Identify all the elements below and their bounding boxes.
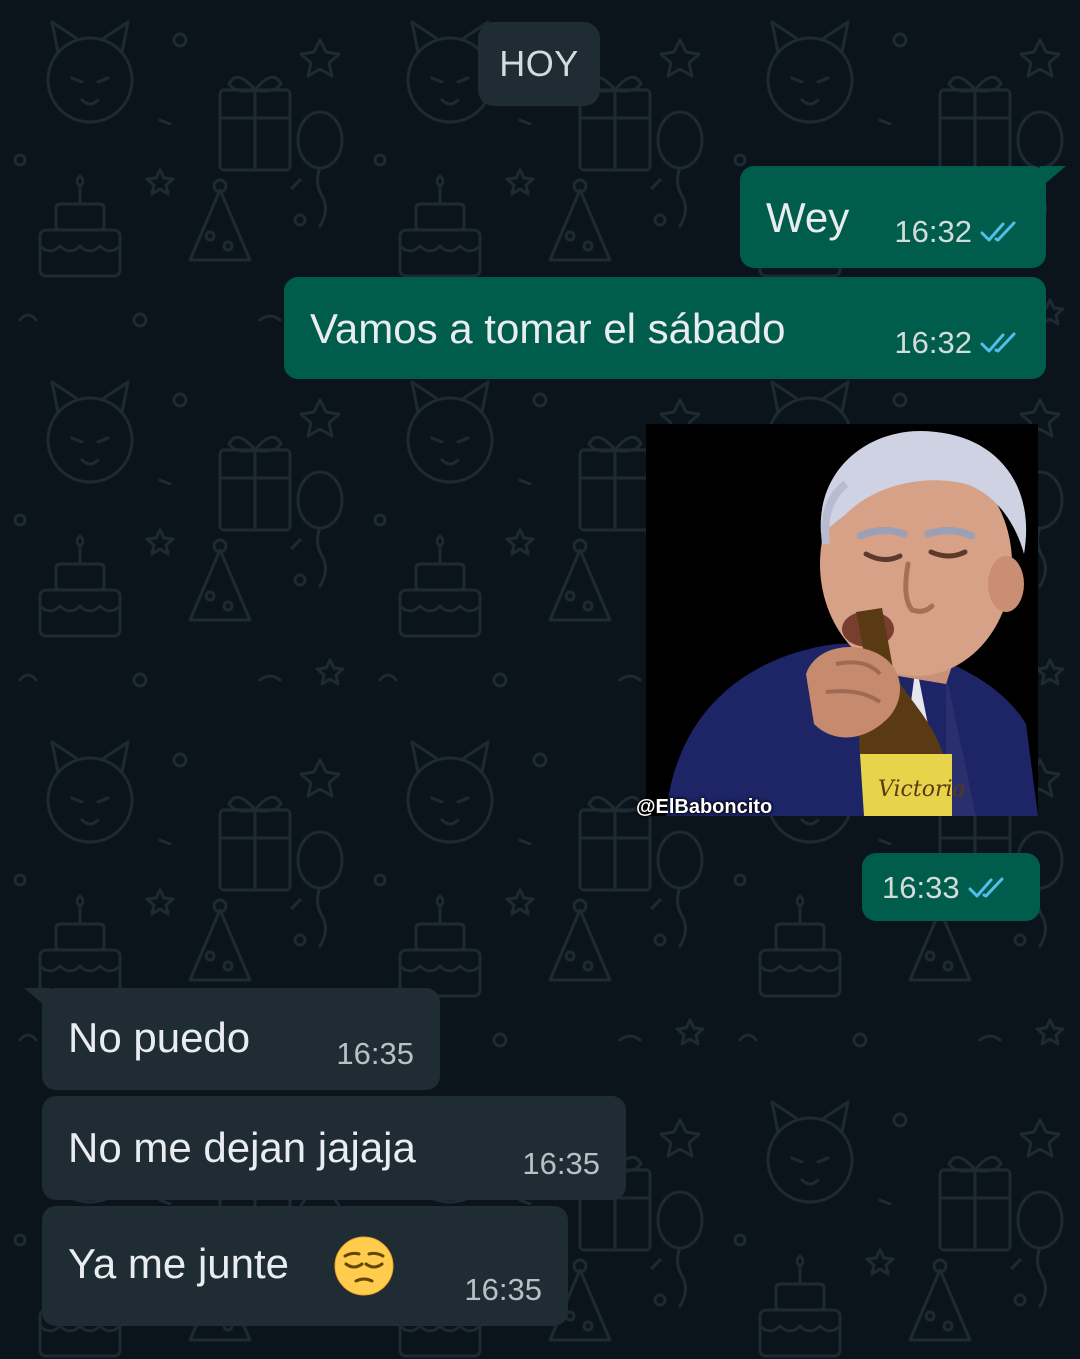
message-text: Ya me junte [68,1240,290,1287]
message-meta: 16:35 [522,1146,600,1182]
message-incoming[interactable]: No me dejan jajaja 16:35 [42,1096,626,1200]
message-incoming[interactable]: Ya me junte 16:35 [42,1206,568,1326]
message-text: Wey [766,194,850,241]
double-check-read-icon [968,876,1008,900]
chat-area[interactable]: HOY Wey 16:32 Vamos a tomar el sábado 16… [0,0,1080,1359]
date-separator: HOY [478,22,600,106]
message-meta: 16:35 [464,1272,542,1308]
message-time: 16:35 [336,1036,414,1071]
message-time: 16:32 [894,325,972,360]
double-check-read-icon [980,220,1020,244]
date-separator-label: HOY [499,43,579,84]
double-check-read-icon [980,331,1020,355]
message-text: No me dejan jajaja [68,1124,416,1171]
bubble-tail [1040,166,1066,188]
message-meta: 16:32 [894,214,1020,250]
message-meta: 16:35 [336,1036,414,1072]
sticker-watermark: @ElBaboncito [636,796,773,818]
message-time: 16:32 [894,214,972,249]
message-text: Vamos a tomar el sábado [310,305,786,352]
message-time: 16:33 [882,870,960,905]
bottle-label: Victoria [878,777,966,802]
sticker-time-chip: 16:33 [862,853,1040,921]
message-meta: 16:33 [882,870,1008,906]
sticker-image[interactable]: Victoria [646,424,1038,816]
pensive-face-emoji [334,1236,394,1296]
message-outgoing[interactable]: Wey 16:32 [740,166,1046,268]
message-time: 16:35 [464,1272,542,1307]
message-outgoing[interactable]: Vamos a tomar el sábado 16:32 [284,277,1046,379]
message-time: 16:35 [522,1146,600,1181]
message-incoming[interactable]: No puedo 16:35 [42,988,440,1090]
message-text: No puedo [68,1014,251,1061]
message-meta: 16:32 [894,325,1020,361]
